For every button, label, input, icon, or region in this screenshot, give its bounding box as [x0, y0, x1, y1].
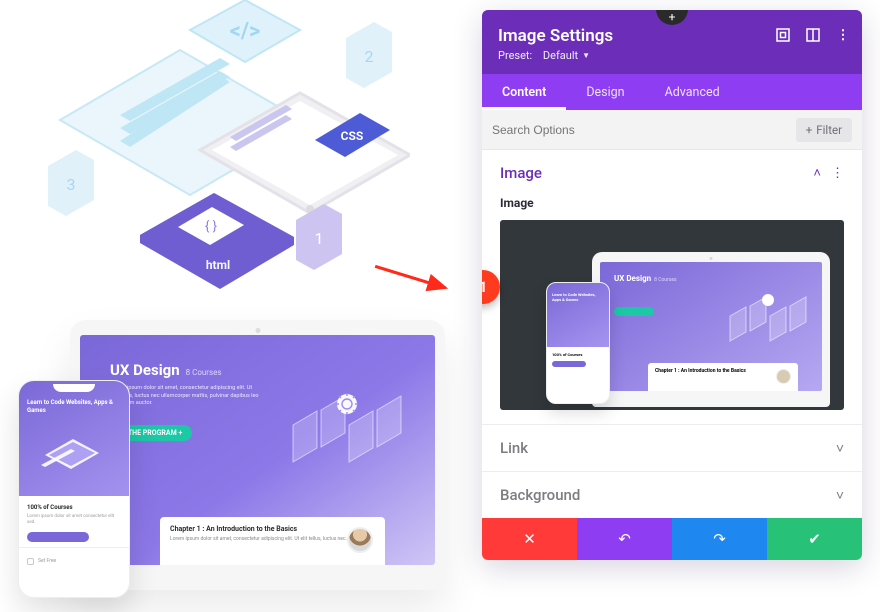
- ux-body-copy: Lorem ipsum dolor sit amet, consectetur …: [110, 385, 260, 408]
- device-mockup: UX Design8 Courses Lorem ipsum dolor sit…: [10, 320, 450, 610]
- undo-button[interactable]: ↶: [577, 518, 672, 560]
- chevron-down-icon: ▼: [582, 51, 590, 60]
- image-settings-panel: + Image Settings Preset: Default▼ ⋮ Cont…: [482, 10, 862, 560]
- annotation-badge-1: 1: [482, 270, 500, 304]
- image-preview-well[interactable]: UX Design8 Courses Chapter 1 : An Introd…: [500, 220, 844, 410]
- cancel-button[interactable]: ✕: [482, 518, 577, 560]
- isometric-layers-graphic: </> 2 3 CSS: [40, 0, 410, 300]
- chapter-card: Chapter 1 : An Introduction to the Basic…: [160, 517, 385, 565]
- kebab-menu-icon[interactable]: ⋮: [836, 28, 850, 42]
- phone-frame: Learn to Code Websites, Apps & Games 100…: [18, 380, 130, 598]
- section-background-header[interactable]: Background ˅: [500, 486, 844, 504]
- phone-pill-button: [27, 532, 89, 542]
- filter-button[interactable]: +Filter: [796, 118, 852, 142]
- section-image: Image ˄ ⋮ Image UX Design8 Courses Chapt…: [482, 150, 862, 425]
- panel-footer-actions: ✕ ↶ ↷ ✔: [482, 518, 862, 560]
- check-icon: ✔: [808, 530, 821, 548]
- tab-design[interactable]: Design: [566, 74, 644, 110]
- image-field-label: Image: [500, 196, 844, 210]
- left-illustration-pane: </> 2 3 CSS: [0, 0, 450, 612]
- section-background: Background ˅: [482, 472, 862, 518]
- expand-icon[interactable]: [776, 28, 790, 42]
- html-tag: html: [206, 258, 230, 272]
- preset-selector[interactable]: Preset: Default▼: [498, 49, 846, 62]
- search-bar: +Filter: [482, 110, 862, 150]
- tab-content[interactable]: Content: [482, 74, 566, 110]
- phone-header: Learn to Code Websites, Apps & Games: [27, 399, 129, 414]
- tab-advanced[interactable]: Advanced: [645, 74, 740, 110]
- plus-icon: +: [806, 123, 813, 137]
- kebab-menu-icon[interactable]: ⋮: [831, 166, 844, 181]
- iso-windows-graphic: [283, 370, 413, 480]
- checkbox-icon: [27, 558, 34, 565]
- card-3-label: 3: [67, 175, 76, 194]
- card-2-label: 2: [365, 47, 374, 66]
- tabs: Content Design Advanced: [482, 74, 862, 110]
- section-link: Link ˅: [482, 425, 862, 472]
- avatar: [347, 527, 373, 553]
- image-preview: UX Design8 Courses Chapter 1 : An Introd…: [536, 242, 836, 402]
- code-icon: </>: [230, 19, 261, 44]
- phone-section-title: 100% of Courses: [27, 504, 121, 511]
- chevron-down-icon: ˅: [836, 487, 844, 504]
- panel-layout-icon[interactable]: [806, 28, 820, 42]
- undo-icon: ↶: [618, 530, 631, 548]
- section-image-header[interactable]: Image ˄ ⋮: [500, 164, 844, 182]
- save-button[interactable]: ✔: [767, 518, 862, 560]
- chevron-up-icon: ˄: [813, 165, 821, 181]
- redo-icon: ↷: [713, 530, 726, 548]
- section-link-header[interactable]: Link ˅: [500, 439, 844, 457]
- close-icon: ✕: [523, 530, 536, 548]
- redo-button[interactable]: ↷: [672, 518, 767, 560]
- ux-title: UX Design8 Courses: [110, 361, 222, 379]
- braces-tag: { }: [205, 219, 217, 234]
- card-1-label: 1: [315, 229, 324, 248]
- search-input[interactable]: [492, 123, 796, 137]
- css-tag: CSS: [341, 129, 364, 143]
- chevron-down-icon: ˅: [836, 440, 844, 457]
